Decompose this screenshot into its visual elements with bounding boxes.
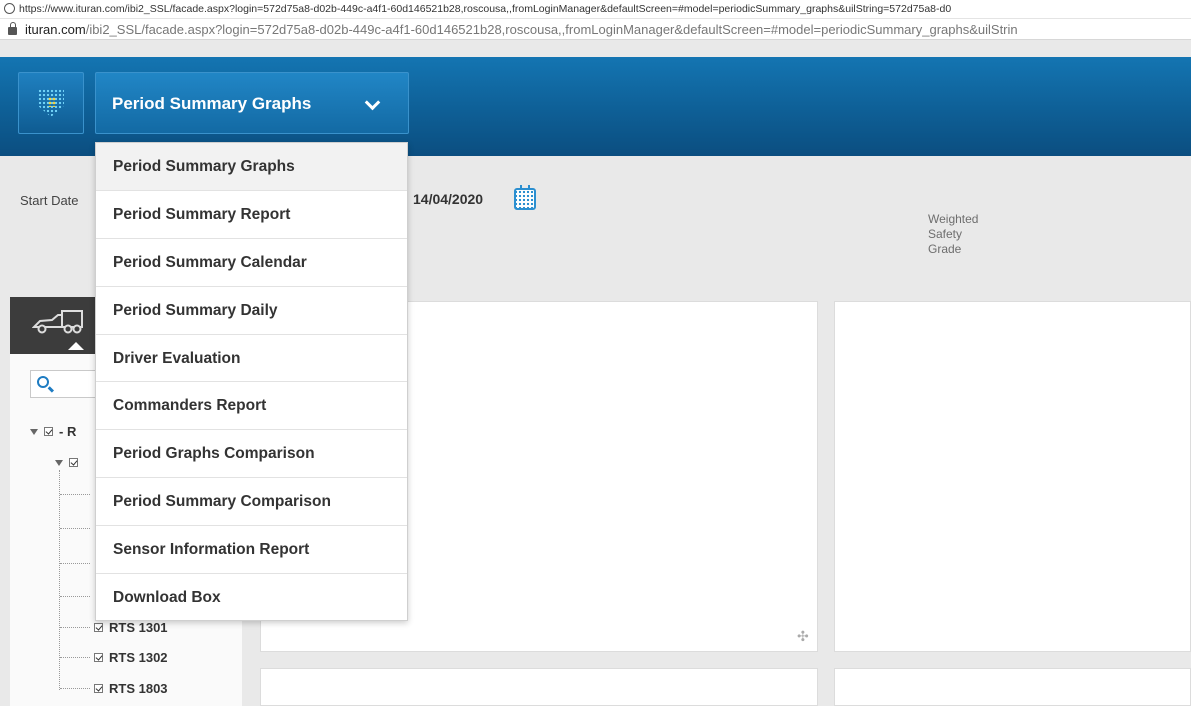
menu-item-period-summary-calendar[interactable]: Period Summary Calendar <box>96 239 407 287</box>
wsg-line-2: Safety <box>928 227 963 241</box>
expand-triangle-icon <box>55 460 63 466</box>
menu-item-driver-evaluation[interactable]: Driver Evaluation <box>96 335 407 383</box>
tree-connector <box>60 596 90 597</box>
menu-item-period-graphs-comparison[interactable]: Period Graphs Comparison <box>96 430 407 479</box>
checkbox[interactable] <box>69 458 78 467</box>
checkbox[interactable] <box>94 653 103 662</box>
graph-card <box>260 668 818 706</box>
vehicle-icon <box>32 310 83 334</box>
module-title: Period Summary Graphs <box>112 94 312 113</box>
graph-card <box>834 301 1191 652</box>
tree-connector <box>60 563 90 564</box>
tree-connector <box>60 494 90 495</box>
calendar-icon[interactable] <box>514 185 536 210</box>
graph-card <box>834 668 1191 706</box>
tree-connector <box>60 528 90 529</box>
menu-item-sensor-information-report[interactable]: Sensor Information Report <box>96 526 407 575</box>
checkbox[interactable] <box>94 623 103 632</box>
browser-url-full: https://www.ituran.com/ibi2_SSL/facade.a… <box>19 3 952 15</box>
tree-item-row[interactable]: RTS 1302 <box>60 650 168 665</box>
tree-connector <box>60 688 90 689</box>
tree-root-row[interactable]: - R <box>30 424 76 439</box>
chevron-down-icon <box>364 94 381 111</box>
globe-icon <box>4 3 15 14</box>
tree-item-row[interactable]: RTS 1803 <box>60 681 168 696</box>
ituran-logo-icon <box>38 89 64 117</box>
module-selector-button[interactable]: Period Summary Graphs <box>95 72 409 134</box>
url-path: /ibi2_SSL/facade.aspx?login=572d75a8-d02… <box>85 22 1018 37</box>
vehicles-tab[interactable] <box>10 297 98 354</box>
wsg-line-1: Weighted <box>928 212 979 226</box>
tree-item-label: RTS 1302 <box>109 650 168 665</box>
menu-item-period-summary-daily[interactable]: Period Summary Daily <box>96 287 407 335</box>
url-domain: ituran.com <box>25 22 86 37</box>
weighted-safety-grade-label: Weighted Safety Grade <box>928 212 978 257</box>
tree-connector <box>60 627 90 628</box>
browser-address-bar[interactable]: ituran.com/ibi2_SSL/facade.aspx?login=57… <box>0 19 1191 40</box>
tree-item-label: RTS 1301 <box>109 620 168 635</box>
checkbox[interactable] <box>44 427 53 436</box>
lock-icon <box>8 22 17 35</box>
module-dropdown-menu: Period Summary Graphs Period Summary Rep… <box>95 142 408 621</box>
move-icon[interactable]: ✣ <box>797 628 809 645</box>
wsg-line-3: Grade <box>928 242 962 256</box>
tree-item-row[interactable]: RTS 1301 <box>60 620 168 635</box>
tree-connector <box>60 657 90 658</box>
expand-triangle-icon <box>30 429 38 435</box>
menu-item-commanders-report[interactable]: Commanders Report <box>96 382 407 431</box>
app-logo[interactable] <box>18 72 84 134</box>
topbar-gap <box>0 41 1191 57</box>
tab-indicator <box>68 342 84 350</box>
end-date-value[interactable]: 14/04/2020 <box>413 191 483 207</box>
tree-group-row[interactable] <box>55 455 84 470</box>
menu-item-period-summary-graphs[interactable]: Period Summary Graphs <box>96 143 407 191</box>
checkbox[interactable] <box>94 684 103 693</box>
menu-item-period-summary-report[interactable]: Period Summary Report <box>96 191 407 239</box>
tree-root-label: - R <box>59 424 77 439</box>
menu-item-period-summary-comparison[interactable]: Period Summary Comparison <box>96 478 407 527</box>
search-icon <box>37 376 49 388</box>
browser-url-bar-secondary: https://www.ituran.com/ibi2_SSL/facade.a… <box>0 0 1191 19</box>
tree-search-input[interactable] <box>30 370 100 398</box>
tree-item-label: RTS 1803 <box>109 681 168 696</box>
start-date-label: Start Date <box>20 193 79 208</box>
menu-item-download-box[interactable]: Download Box <box>96 574 407 622</box>
